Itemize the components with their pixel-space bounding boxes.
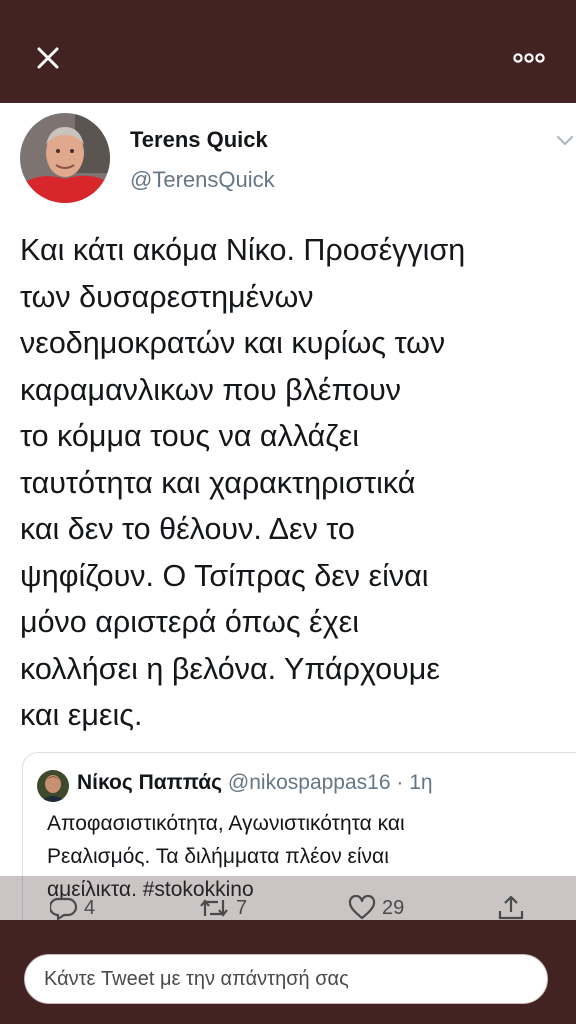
more-options-button[interactable] bbox=[512, 46, 546, 70]
reply-icon bbox=[50, 897, 78, 921]
tweet-text-line: Και κάτι ακόμα Νίκο. Προσέγγιση bbox=[20, 233, 466, 267]
tweet-text-line: των δυσαρεστημένων bbox=[20, 279, 314, 314]
quoted-timestamp: · 1η bbox=[396, 771, 433, 794]
like-count: 29 bbox=[382, 896, 405, 919]
reply-button[interactable]: 4 bbox=[50, 893, 95, 923]
avatar[interactable] bbox=[20, 113, 110, 203]
tweet-text: Και κάτι ακόμα Νίκο. Προσέγγιση των δυσα… bbox=[20, 227, 572, 739]
share-icon bbox=[498, 895, 524, 920]
avatar-image bbox=[20, 113, 110, 203]
bottom-bar: Κάντε Tweet με την απάντησή σας bbox=[0, 920, 576, 1024]
tweet-text-line: το κόμμα τους να αλλάζει bbox=[20, 419, 360, 453]
like-button[interactable]: 29 bbox=[348, 893, 404, 923]
author-display-name[interactable]: Terens Quick bbox=[130, 127, 268, 153]
close-button[interactable] bbox=[30, 40, 66, 76]
tweet-text-line: μόνο αριστερά όπως έχει bbox=[20, 605, 360, 639]
tweet-text-line: ταυτότητα και χαρακτηριστικά bbox=[20, 465, 416, 500]
tweet-card: Terens Quick @TerensQuick Και κάτι ακόμα… bbox=[0, 103, 576, 974]
heart-icon bbox=[348, 895, 376, 920]
tweet-text-line: κολλήσει η βελόνα. Υπάρχουμε bbox=[20, 651, 440, 686]
more-dots-icon bbox=[513, 53, 545, 63]
close-icon bbox=[37, 47, 59, 69]
tweet-text-line: και εμεις. bbox=[20, 698, 143, 732]
quoted-avatar-image bbox=[37, 770, 69, 802]
share-button[interactable] bbox=[497, 893, 525, 923]
reply-count: 4 bbox=[84, 896, 96, 919]
tweet-text-line: και δεν το θέλουν. Δεν το bbox=[20, 512, 355, 546]
quoted-avatar bbox=[37, 770, 69, 802]
quoted-handle: @nikospappas16 bbox=[227, 771, 391, 794]
retweet-icon bbox=[200, 899, 228, 917]
author-handle[interactable]: @TerensQuick bbox=[130, 167, 275, 193]
tweet-text-line: νεοδημοκρατών και κυρίως των bbox=[20, 326, 446, 360]
top-bar bbox=[0, 0, 576, 103]
tweet-text-line: καραμανλικων που βλέπουν bbox=[20, 372, 402, 407]
tweet-menu-button[interactable] bbox=[554, 129, 576, 151]
reply-input[interactable]: Κάντε Tweet με την απάντησή σας bbox=[24, 954, 548, 1004]
quoted-header: Νίκος Παππάς @nikospappas16 · 1η bbox=[77, 771, 433, 795]
quoted-text-line: Ρεαλισμός. Τα διλήμματα πλέον είναι bbox=[47, 845, 389, 868]
tweet-text-line: ψηφίζουν. Ο Τσίπρας δεν είναι bbox=[20, 558, 429, 593]
quoted-display-name: Νίκος Παππάς bbox=[77, 771, 223, 794]
retweet-count: 7 bbox=[236, 896, 248, 919]
quoted-text-line: Αποφασιστικότητα, Αγωνιστικότητα και bbox=[47, 812, 405, 835]
reply-placeholder: Κάντε Tweet με την απάντησή σας bbox=[44, 968, 349, 990]
retweet-button[interactable]: 7 bbox=[198, 893, 247, 923]
chevron-down-icon bbox=[556, 135, 574, 146]
